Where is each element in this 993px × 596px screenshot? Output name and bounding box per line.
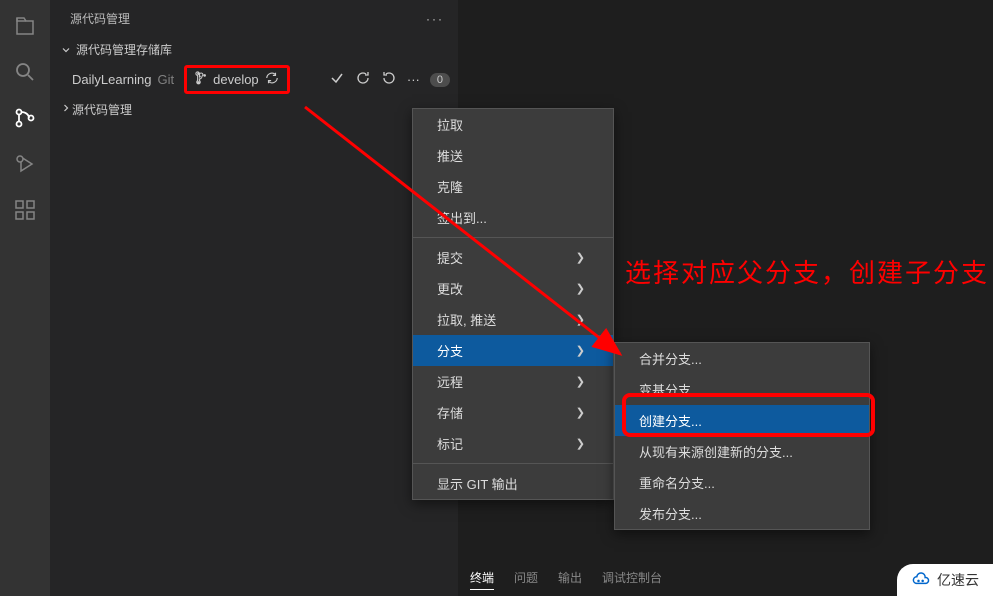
- branch-icon: [195, 71, 209, 88]
- menu-rename[interactable]: 重命名分支...: [615, 467, 869, 498]
- menu-create-branch[interactable]: 创建分支...: [615, 405, 869, 436]
- activity-bar: [0, 0, 50, 596]
- chevron-right-icon: ❯: [576, 251, 585, 264]
- sidebar-header: 源代码管理 ···: [50, 0, 458, 37]
- tab-terminal[interactable]: 终端: [470, 569, 494, 590]
- chevron-down-icon: [60, 44, 72, 56]
- menu-merge[interactable]: 合并分支...: [615, 343, 869, 374]
- divider: [413, 463, 613, 464]
- tab-output[interactable]: 输出: [558, 569, 582, 590]
- watermark: 亿速云: [897, 564, 993, 596]
- source-control-icon[interactable]: [11, 104, 39, 132]
- section-scm[interactable]: 源代码管理: [50, 97, 458, 122]
- chevron-right-icon: ❯: [576, 282, 585, 295]
- menu-push[interactable]: 推送: [413, 140, 613, 171]
- chevron-right-icon: ❯: [576, 375, 585, 388]
- menu-branch[interactable]: 分支❯: [413, 335, 613, 366]
- repo-name: DailyLearning: [72, 72, 152, 87]
- chevron-right-icon: [60, 102, 72, 117]
- menu-clone[interactable]: 克隆: [413, 171, 613, 202]
- explorer-icon[interactable]: [11, 12, 39, 40]
- annotation-text: 选择对应父分支，创建子分支: [625, 255, 989, 291]
- tab-problems[interactable]: 问题: [514, 569, 538, 590]
- menu-publish[interactable]: 发布分支...: [615, 498, 869, 529]
- undo-icon[interactable]: [381, 70, 397, 89]
- menu-checkout[interactable]: 签出到...: [413, 202, 613, 233]
- chevron-right-icon: ❯: [576, 313, 585, 326]
- repo-type: Git: [158, 72, 175, 87]
- divider: [413, 237, 613, 238]
- branch-selector[interactable]: develop: [184, 65, 290, 94]
- menu-tag[interactable]: 标记❯: [413, 428, 613, 459]
- section-title: 源代码管理: [72, 101, 132, 118]
- menu-commit[interactable]: 提交❯: [413, 242, 613, 273]
- sidebar-title: 源代码管理: [70, 10, 130, 27]
- more-actions-icon[interactable]: ···: [407, 72, 420, 87]
- menu-stash[interactable]: 存储❯: [413, 397, 613, 428]
- tab-debug[interactable]: 调试控制台: [602, 569, 662, 590]
- section-title: 源代码管理存储库: [76, 41, 172, 58]
- bottom-panel-tabs: 终端 问题 输出 调试控制台: [470, 563, 662, 596]
- repo-row[interactable]: DailyLearning Git develop ··· 0: [50, 62, 458, 97]
- repo-actions: ··· 0: [329, 70, 450, 89]
- menu-pull[interactable]: 拉取: [413, 109, 613, 140]
- debug-icon[interactable]: [11, 150, 39, 178]
- menu-remote[interactable]: 远程❯: [413, 366, 613, 397]
- extensions-icon[interactable]: [11, 196, 39, 224]
- menu-pullpush[interactable]: 拉取, 推送❯: [413, 304, 613, 335]
- chevron-right-icon: ❯: [576, 437, 585, 450]
- sync-icon: [265, 71, 279, 88]
- search-icon[interactable]: [11, 58, 39, 86]
- context-menu-branch: 合并分支... 变基分支... 创建分支... 从现有来源创建新的分支... 重…: [614, 342, 870, 530]
- menu-rebase[interactable]: 变基分支...: [615, 374, 869, 405]
- cloud-icon: [911, 570, 931, 590]
- context-menu-main: 拉取 推送 克隆 签出到... 提交❯ 更改❯ 拉取, 推送❯ 分支❯ 远程❯ …: [412, 108, 614, 500]
- watermark-text: 亿速云: [937, 570, 979, 590]
- more-icon[interactable]: ···: [426, 12, 444, 26]
- branch-name: develop: [213, 72, 259, 87]
- refresh-icon[interactable]: [355, 70, 371, 89]
- chevron-right-icon: ❯: [576, 344, 585, 357]
- commit-icon[interactable]: [329, 70, 345, 89]
- section-repos[interactable]: 源代码管理存储库: [50, 37, 458, 62]
- sidebar: 源代码管理 ··· 源代码管理存储库 DailyLearning Git dev…: [50, 0, 458, 596]
- changes-count: 0: [430, 73, 450, 87]
- menu-showgit[interactable]: 显示 GIT 输出: [413, 468, 613, 499]
- menu-changes[interactable]: 更改❯: [413, 273, 613, 304]
- chevron-right-icon: ❯: [576, 406, 585, 419]
- menu-create-from[interactable]: 从现有来源创建新的分支...: [615, 436, 869, 467]
